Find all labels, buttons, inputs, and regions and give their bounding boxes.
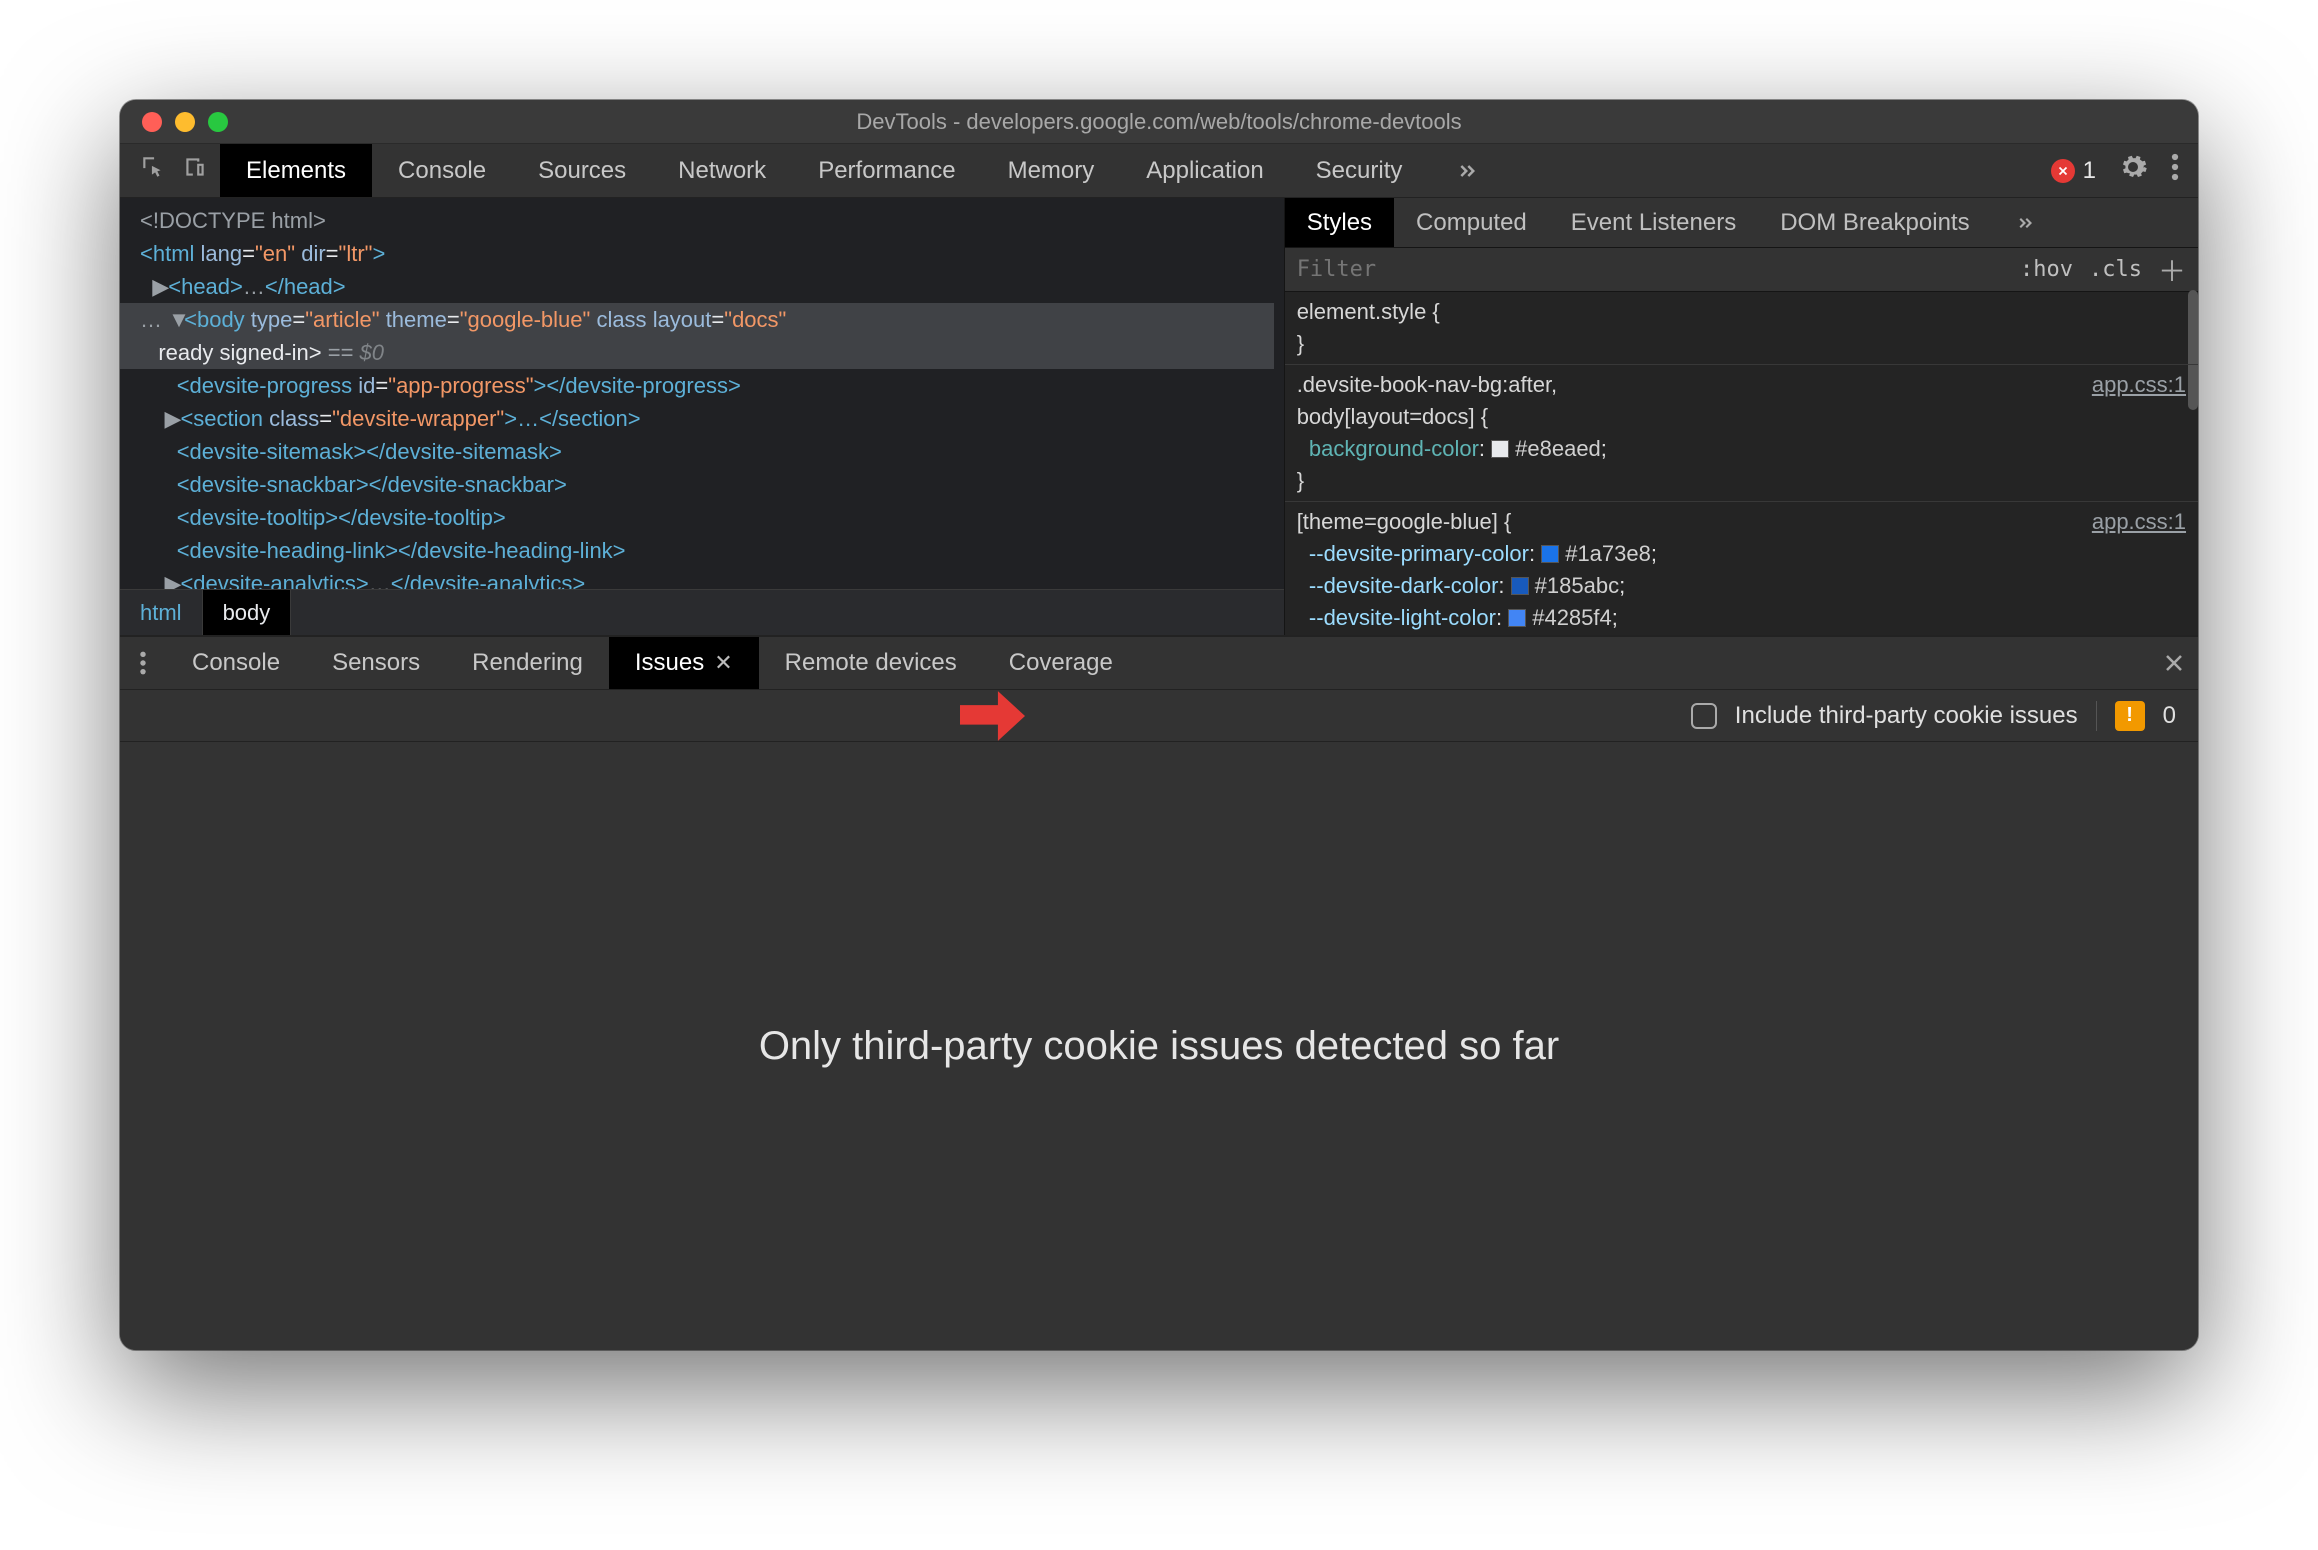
dom-line[interactable]: <devsite-tooltip></devsite-tooltip> bbox=[140, 501, 1274, 534]
subtab-dom-breakpoints[interactable]: DOM Breakpoints bbox=[1758, 198, 1991, 247]
subtab-computed[interactable]: Computed bbox=[1394, 198, 1549, 247]
dom-line[interactable]: <!DOCTYPE html> bbox=[140, 204, 1274, 237]
drawer-tabs: Console Sensors Rendering Issues✕ Remote… bbox=[120, 636, 2198, 690]
drawer-tab-remote[interactable]: Remote devices bbox=[759, 637, 983, 689]
tab-memory[interactable]: Memory bbox=[982, 144, 1121, 197]
tab-console[interactable]: Console bbox=[372, 144, 512, 197]
tab-application[interactable]: Application bbox=[1120, 144, 1289, 197]
elements-panel[interactable]: <!DOCTYPE html> <html lang="en" dir="ltr… bbox=[120, 198, 1284, 635]
new-style-rule-button[interactable]: ＋ bbox=[2158, 250, 2186, 290]
zoom-window-button[interactable] bbox=[208, 112, 228, 132]
dom-line[interactable]: ▶<section class="devsite-wrapper">…</sec… bbox=[140, 402, 1274, 435]
dom-selected-node[interactable]: … ▼<body type="article" theme="google-bl… bbox=[120, 303, 1274, 369]
separator bbox=[2096, 701, 2097, 731]
css-property[interactable]: --devsite-dark-color bbox=[1309, 573, 1499, 598]
subtab-event-listeners[interactable]: Event Listeners bbox=[1549, 198, 1758, 247]
minimize-window-button[interactable] bbox=[175, 112, 195, 132]
css-property[interactable]: background-color bbox=[1309, 436, 1479, 461]
window-title: DevTools - developers.google.com/web/too… bbox=[120, 109, 2198, 135]
css-property[interactable]: --devsite-light-color bbox=[1309, 605, 1496, 630]
issues-empty-message: Only third-party cookie issues detected … bbox=[759, 1024, 1559, 1069]
rule-source-link[interactable]: app.css:1 bbox=[2092, 369, 2186, 401]
rule-source-link[interactable]: app.css:1 bbox=[2092, 506, 2186, 538]
drawer-tab-sensors[interactable]: Sensors bbox=[306, 637, 446, 689]
titlebar: DevTools - developers.google.com/web/too… bbox=[120, 100, 2198, 144]
subtab-styles[interactable]: Styles bbox=[1285, 198, 1394, 247]
drawer-tab-coverage[interactable]: Coverage bbox=[983, 637, 1139, 689]
main-toolbar: Elements Console Sources Network Perform… bbox=[120, 144, 2198, 198]
dom-line[interactable]: <devsite-heading-link></devsite-heading-… bbox=[140, 534, 1274, 567]
breadcrumb: html body bbox=[120, 589, 1284, 635]
traffic-lights bbox=[120, 112, 228, 132]
breadcrumb-item[interactable]: html bbox=[120, 590, 203, 635]
issues-toolbar: Include third-party cookie issues ! 0 bbox=[120, 690, 2198, 742]
issues-body: Only third-party cookie issues detected … bbox=[120, 742, 2198, 1350]
device-toolbar-icon[interactable] bbox=[182, 154, 208, 187]
dom-line[interactable]: <html lang="en" dir="ltr"> bbox=[140, 237, 1274, 270]
error-icon bbox=[2051, 159, 2075, 183]
tab-performance[interactable]: Performance bbox=[792, 144, 981, 197]
more-subtabs-button[interactable] bbox=[1992, 198, 2060, 247]
dom-line[interactable]: <devsite-sitemask></devsite-sitemask> bbox=[140, 435, 1274, 468]
drawer-tab-issues[interactable]: Issues✕ bbox=[609, 637, 759, 689]
drawer-menu-icon[interactable] bbox=[120, 637, 166, 689]
drawer-close-button[interactable] bbox=[2150, 637, 2198, 689]
drawer-tab-console[interactable]: Console bbox=[166, 637, 306, 689]
inspect-element-icon[interactable] bbox=[140, 154, 166, 187]
styles-panel: Styles Computed Event Listeners DOM Brea… bbox=[1284, 198, 2198, 635]
color-swatch[interactable] bbox=[1511, 577, 1529, 595]
tab-security[interactable]: Security bbox=[1290, 144, 1429, 197]
more-options-icon[interactable] bbox=[2170, 152, 2180, 189]
issues-count: 0 bbox=[2163, 702, 2176, 730]
color-swatch[interactable] bbox=[1541, 545, 1559, 563]
styles-rules[interactable]: element.style { } app.css:1 .devsite-boo… bbox=[1285, 292, 2198, 635]
tab-elements[interactable]: Elements bbox=[220, 144, 372, 197]
tab-network[interactable]: Network bbox=[652, 144, 792, 197]
dom-line[interactable]: <devsite-progress id="app-progress"></de… bbox=[140, 369, 1274, 402]
include-third-party-checkbox[interactable] bbox=[1691, 703, 1717, 729]
css-property[interactable]: --devsite-primary-color bbox=[1309, 541, 1529, 566]
error-count: 1 bbox=[2083, 157, 2096, 185]
drawer-tab-rendering[interactable]: Rendering bbox=[446, 637, 609, 689]
color-swatch[interactable] bbox=[1491, 440, 1509, 458]
styles-tabs: Styles Computed Event Listeners DOM Brea… bbox=[1285, 198, 2198, 248]
error-indicator[interactable]: 1 bbox=[2051, 157, 2096, 185]
cls-toggle[interactable]: .cls bbox=[2089, 257, 2142, 282]
rule-selector[interactable]: element.style { bbox=[1297, 296, 2186, 328]
dom-line[interactable]: ▶<head>…</head> bbox=[140, 270, 1274, 303]
tab-sources[interactable]: Sources bbox=[512, 144, 652, 197]
hov-toggle[interactable]: :hov bbox=[2020, 257, 2073, 282]
dom-line[interactable]: <devsite-snackbar></devsite-snackbar> bbox=[140, 468, 1274, 501]
devtools-window: DevTools - developers.google.com/web/too… bbox=[120, 100, 2198, 1350]
close-window-button[interactable] bbox=[142, 112, 162, 132]
more-tabs-button[interactable] bbox=[1428, 144, 1508, 197]
breadcrumb-item[interactable]: body bbox=[203, 590, 292, 635]
include-third-party-label: Include third-party cookie issues bbox=[1735, 702, 2078, 730]
rule-selector[interactable]: .devsite-book-nav-bg:after, bbox=[1297, 369, 2186, 401]
settings-icon[interactable] bbox=[2118, 152, 2148, 189]
drawer: Console Sensors Rendering Issues✕ Remote… bbox=[120, 636, 2198, 1350]
styles-filter-bar: :hov .cls ＋ bbox=[1285, 248, 2198, 292]
issues-badge-icon[interactable]: ! bbox=[2115, 701, 2145, 731]
color-swatch[interactable] bbox=[1508, 609, 1526, 627]
main-tabs: Elements Console Sources Network Perform… bbox=[220, 144, 1508, 197]
rule-selector[interactable]: [theme=google-blue] { bbox=[1297, 506, 2186, 538]
dom-line[interactable]: ▶<devsite-analytics>…</devsite-analytics… bbox=[140, 567, 1274, 589]
annotation-arrow-icon bbox=[960, 686, 1025, 746]
styles-filter-input[interactable] bbox=[1297, 257, 2004, 282]
close-tab-icon[interactable]: ✕ bbox=[714, 650, 732, 676]
